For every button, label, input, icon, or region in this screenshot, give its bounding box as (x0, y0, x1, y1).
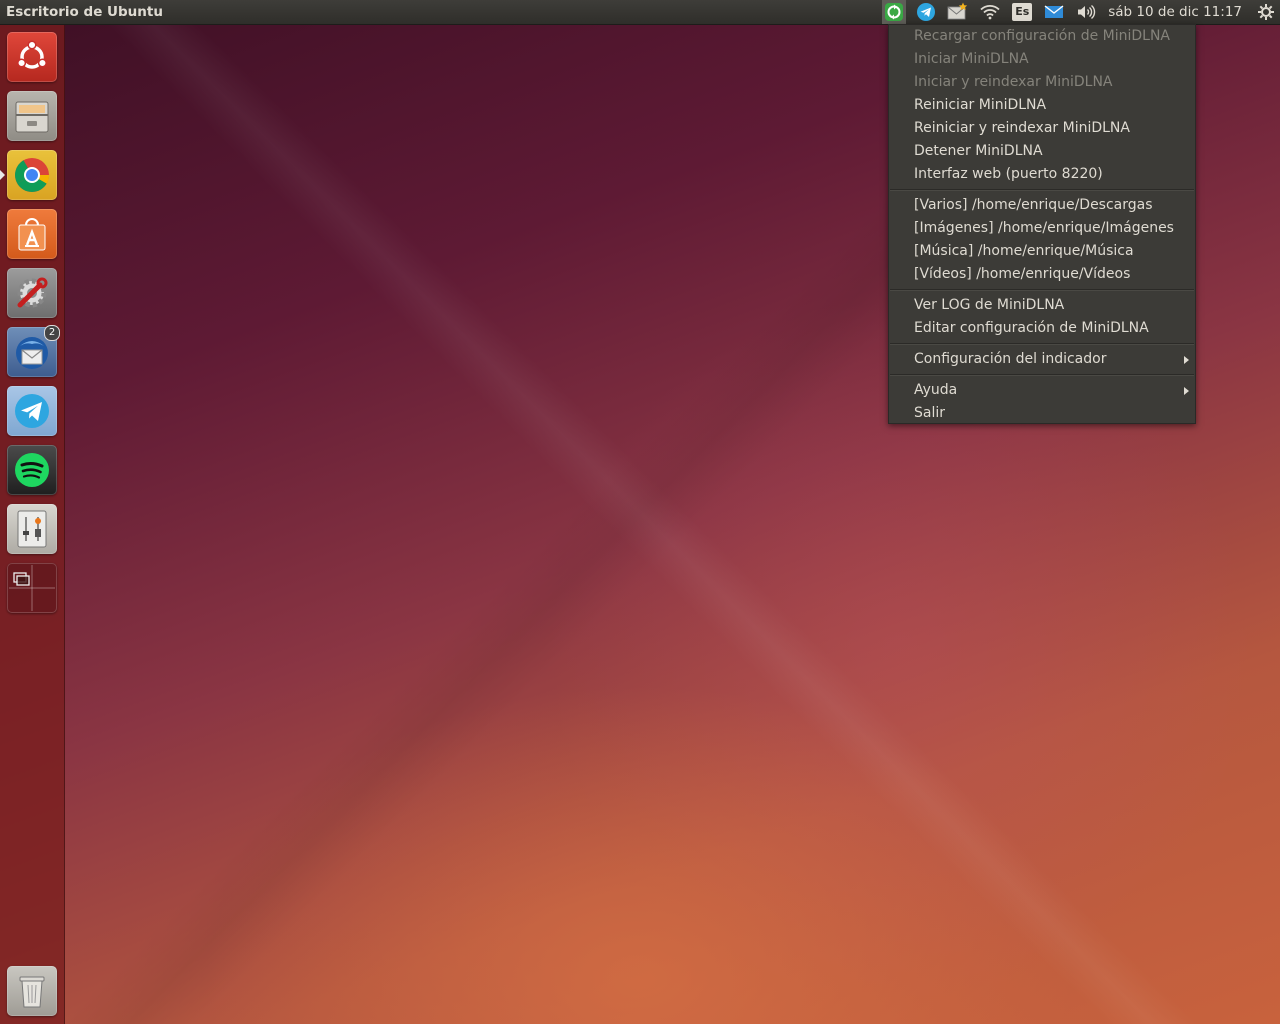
menu-item-label: Ayuda (914, 382, 958, 398)
keyboard-layout-label: Es (1012, 3, 1033, 21)
menu-separator (890, 289, 1194, 291)
indicator-tray: Es sáb 10 de dic 11:17 (878, 0, 1280, 24)
submenu-arrow-icon (1184, 356, 1189, 364)
menu-item-web-interface[interactable]: Interfaz web (puerto 8220) (889, 163, 1195, 186)
spotify-icon (15, 453, 49, 487)
menu-item-folder-varios[interactable]: [Varios] /home/enrique/Descargas (889, 194, 1195, 217)
telegram-icon (15, 394, 49, 428)
menu-item-indicator-settings[interactable]: Configuración del indicador (889, 348, 1195, 371)
menu-item-start[interactable]: Iniciar MiniDLNA (889, 48, 1195, 71)
menu-item-start-reindex[interactable]: Iniciar y reindexar MiniDLNA (889, 71, 1195, 94)
shopping-bag-icon (18, 218, 46, 251)
mail-icon (1044, 5, 1064, 18)
launcher-item-workspace-switcher[interactable] (7, 563, 57, 613)
launcher: 2 (0, 25, 65, 1024)
chrome-icon (15, 158, 49, 192)
menu-item-folder-musica[interactable]: [Música] /home/enrique/Música (889, 240, 1195, 263)
launcher-item-software-center[interactable] (7, 209, 57, 259)
menu-item-restart-reindex[interactable]: Reiniciar y reindexar MiniDLNA (889, 117, 1195, 140)
menu-separator (890, 374, 1194, 376)
launcher-item-system-settings[interactable] (7, 268, 57, 318)
mixer-icon (17, 510, 47, 548)
telegram-icon (917, 3, 936, 21)
minidlna-indicator-menu: Recargar configuración de MiniDLNA Inici… (888, 24, 1196, 424)
session-indicator[interactable] (1254, 0, 1278, 24)
launcher-item-chrome[interactable] (0, 150, 57, 200)
messaging-indicator[interactable] (946, 0, 970, 24)
menu-item-folder-imagenes[interactable]: [Imágenes] /home/enrique/Imágenes (889, 217, 1195, 240)
launcher-item-spotify[interactable] (7, 445, 57, 495)
gear-icon (1258, 4, 1274, 20)
launcher-item-dash[interactable] (7, 32, 57, 82)
top-panel: Escritorio de Ubuntu Es sáb 10 de dic 11… (0, 0, 1280, 25)
wifi-icon (980, 5, 1000, 20)
launcher-item-sound-mixer[interactable] (7, 504, 57, 554)
keyboard-indicator[interactable]: Es (1010, 0, 1034, 24)
mail-indicator[interactable] (1042, 0, 1066, 24)
ubuntu-logo-icon (17, 40, 47, 69)
speaker-icon (1078, 4, 1096, 20)
launcher-item-thunderbird[interactable]: 2 (7, 325, 60, 377)
telegram-indicator[interactable] (914, 0, 938, 24)
launcher-item-files[interactable] (7, 91, 57, 141)
workspace-icon (9, 565, 55, 611)
menu-item-help[interactable]: Ayuda (889, 379, 1195, 402)
minidlna-icon (885, 3, 904, 21)
menu-separator (890, 189, 1194, 191)
settings-wrench-icon (17, 277, 48, 308)
minidlna-indicator[interactable] (882, 0, 907, 24)
clock[interactable]: sáb 10 de dic 11:17 (1108, 0, 1242, 24)
network-indicator[interactable] (978, 0, 1002, 24)
menu-item-label: Configuración del indicador (914, 351, 1107, 367)
sound-indicator[interactable] (1074, 0, 1098, 24)
window-title: Escritorio de Ubuntu (6, 4, 163, 20)
file-cabinet-icon (15, 101, 49, 133)
menu-item-reload-config[interactable]: Recargar configuración de MiniDLNA (889, 25, 1195, 48)
unread-count-badge: 2 (44, 325, 60, 341)
menu-separator (890, 343, 1194, 345)
menu-item-restart[interactable]: Reiniciar MiniDLNA (889, 94, 1195, 117)
trash-icon (19, 976, 45, 1008)
launcher-item-telegram[interactable] (7, 386, 57, 436)
launcher-item-trash[interactable] (7, 966, 57, 1016)
menu-item-quit[interactable]: Salir (889, 402, 1195, 425)
menu-item-edit-config[interactable]: Editar configuración de MiniDLNA (889, 317, 1195, 340)
envelope-star-icon (947, 2, 968, 20)
menu-item-folder-videos[interactable]: [Vídeos] /home/enrique/Vídeos (889, 263, 1195, 286)
menu-item-stop[interactable]: Detener MiniDLNA (889, 140, 1195, 163)
running-indicator (0, 170, 5, 180)
menu-item-view-log[interactable]: Ver LOG de MiniDLNA (889, 294, 1195, 317)
submenu-arrow-icon (1184, 387, 1189, 395)
